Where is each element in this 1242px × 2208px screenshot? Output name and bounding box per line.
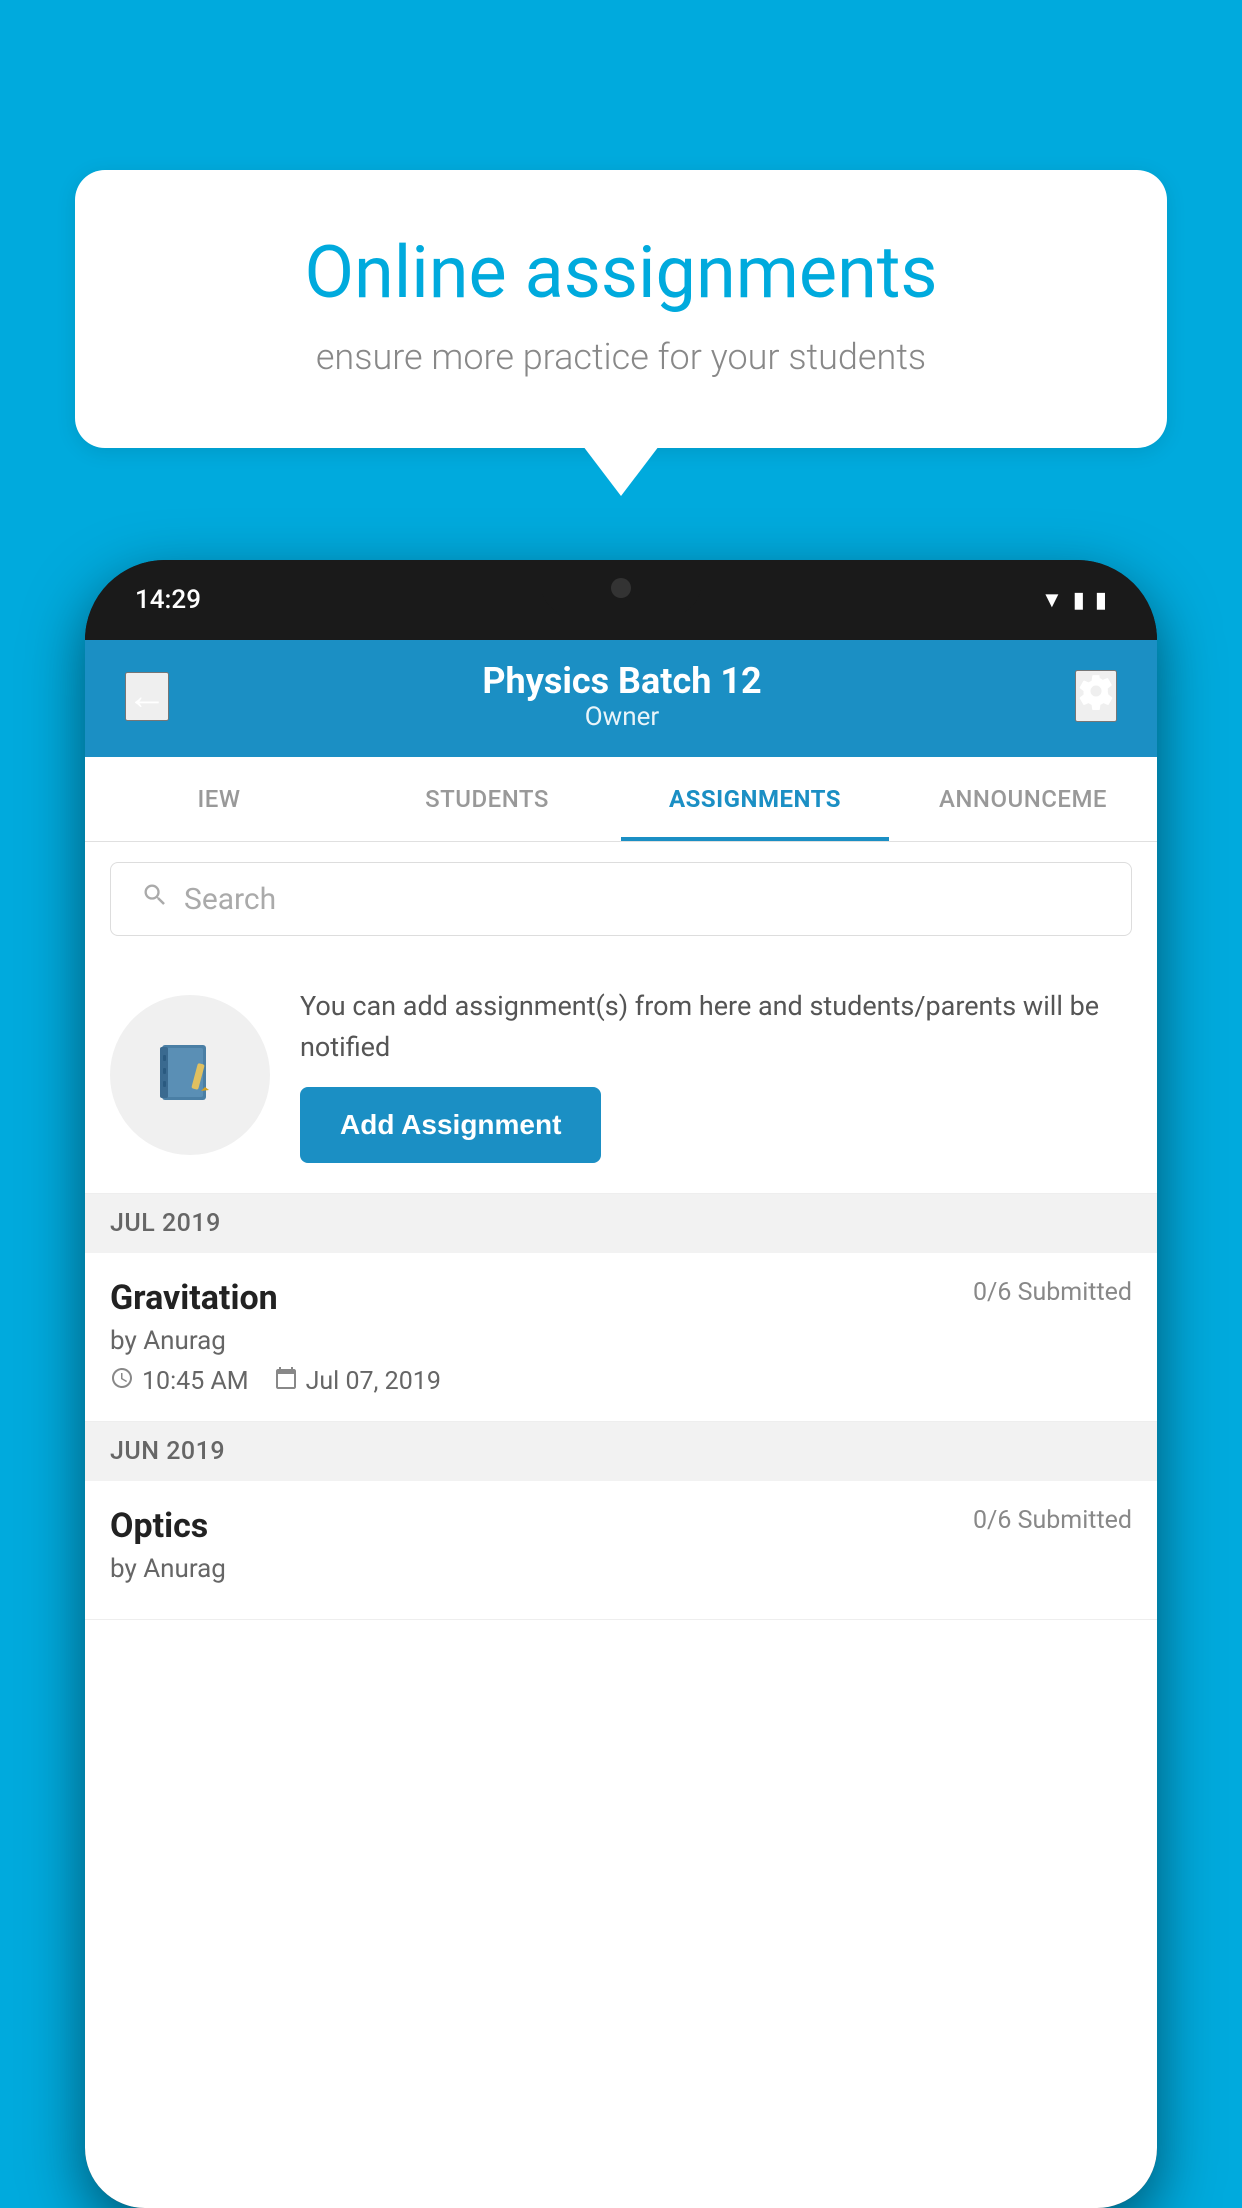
assignment-time: 10:45 AM — [110, 1366, 249, 1396]
back-button[interactable]: ← — [125, 672, 169, 721]
app-header: ← Physics Batch 12 Owner — [85, 640, 1157, 757]
battery-icon: ▮ — [1095, 588, 1107, 613]
assignment-submitted: 0/6 Submitted — [973, 1506, 1132, 1535]
section-header-jul: JUL 2019 — [85, 1194, 1157, 1253]
section-header-jun: JUN 2019 — [85, 1422, 1157, 1481]
status-icons: ▼ ▮ ▮ — [1041, 587, 1107, 613]
assignment-item-gravitation[interactable]: Gravitation 0/6 Submitted by Anurag 10:4… — [85, 1253, 1157, 1422]
batch-name: Physics Batch 12 — [482, 660, 761, 702]
status-time: 14:29 — [135, 585, 201, 615]
gear-icon — [1077, 672, 1115, 710]
search-box[interactable]: Search — [110, 862, 1132, 936]
promo-content: You can add assignment(s) from here and … — [300, 986, 1132, 1163]
tab-announcements[interactable]: ANNOUNCEME — [889, 757, 1157, 841]
time-value: 10:45 AM — [142, 1367, 249, 1396]
batch-role: Owner — [482, 702, 761, 732]
header-title-area: Physics Batch 12 Owner — [482, 660, 761, 732]
assignment-date: Jul 07, 2019 — [274, 1366, 441, 1396]
assignment-author: by Anurag — [110, 1554, 1132, 1584]
speech-bubble-container: Online assignments ensure more practice … — [75, 170, 1167, 448]
assignment-submitted: 0/6 Submitted — [973, 1278, 1132, 1307]
bubble-subtitle: ensure more practice for your students — [145, 336, 1097, 378]
assignment-name: Optics — [110, 1506, 208, 1546]
add-assignment-promo: You can add assignment(s) from here and … — [85, 956, 1157, 1194]
assignment-author: by Anurag — [110, 1326, 1132, 1356]
clock-icon — [110, 1366, 134, 1396]
notch — [541, 560, 701, 615]
search-placeholder: Search — [184, 882, 276, 917]
search-container: Search — [85, 842, 1157, 956]
assignment-item-optics[interactable]: Optics 0/6 Submitted by Anurag — [85, 1481, 1157, 1620]
phone-screen: ← Physics Batch 12 Owner IEW STUDENTS AS… — [85, 640, 1157, 2208]
status-bar: 14:29 ▼ ▮ ▮ — [85, 560, 1157, 640]
phone-frame: 14:29 ▼ ▮ ▮ ← Physics Batch 12 Owner — [85, 560, 1157, 2208]
tab-assignments[interactable]: ASSIGNMENTS — [621, 757, 889, 841]
assignment-name: Gravitation — [110, 1278, 278, 1318]
tabs-bar: IEW STUDENTS ASSIGNMENTS ANNOUNCEME — [85, 757, 1157, 842]
camera — [611, 578, 631, 598]
signal-icon: ▮ — [1073, 588, 1085, 613]
assignment-meta: 10:45 AM Jul 07, 2019 — [110, 1366, 1132, 1396]
search-icon — [141, 881, 169, 917]
date-value: Jul 07, 2019 — [306, 1367, 441, 1396]
assignment-row: Gravitation 0/6 Submitted — [110, 1278, 1132, 1318]
calendar-icon — [274, 1366, 298, 1396]
assignment-row: Optics 0/6 Submitted — [110, 1506, 1132, 1546]
promo-text: You can add assignment(s) from here and … — [300, 986, 1132, 1067]
add-assignment-button[interactable]: Add Assignment — [300, 1087, 601, 1163]
tab-students[interactable]: STUDENTS — [353, 757, 621, 841]
settings-button[interactable] — [1075, 670, 1117, 722]
bubble-title: Online assignments — [145, 230, 1097, 316]
promo-icon-circle — [110, 995, 270, 1155]
speech-bubble: Online assignments ensure more practice … — [75, 170, 1167, 448]
notebook-icon — [150, 1035, 230, 1115]
wifi-icon: ▼ — [1041, 587, 1063, 613]
tab-iew[interactable]: IEW — [85, 757, 353, 841]
